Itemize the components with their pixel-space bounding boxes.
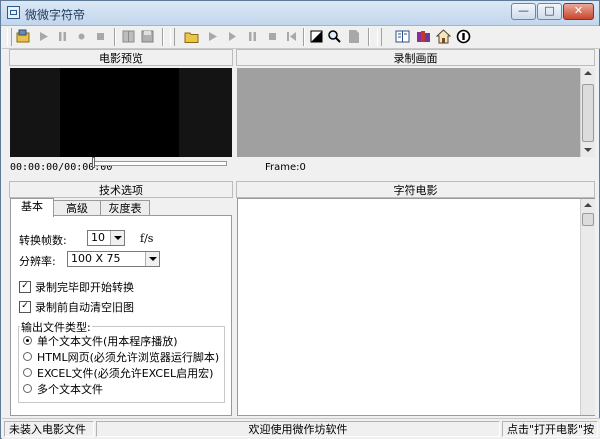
output-multi-text-radio[interactable] xyxy=(23,384,32,393)
seek-slider-thumb[interactable] xyxy=(92,157,95,168)
record-icon[interactable] xyxy=(74,29,89,44)
output-multi-text-label: 多个文本文件 xyxy=(37,383,103,396)
play-icon[interactable] xyxy=(205,29,220,44)
close-button[interactable]: ✕ xyxy=(563,3,594,20)
save-icon[interactable] xyxy=(140,29,155,44)
scroll-down-icon[interactable] xyxy=(584,148,592,152)
grid-view-icon[interactable] xyxy=(121,29,136,44)
toolbar-separator xyxy=(114,28,116,46)
home-icon[interactable] xyxy=(436,29,451,44)
char-movie-textarea[interactable] xyxy=(237,198,595,416)
fps-value: 10 xyxy=(91,231,105,244)
tab-advanced[interactable]: 高级 xyxy=(53,200,101,216)
record-scrollbar[interactable] xyxy=(580,68,595,157)
tab-basic[interactable]: 基本 xyxy=(10,198,54,217)
record-canvas xyxy=(237,68,580,157)
play-icon[interactable] xyxy=(36,29,51,44)
scroll-thumb[interactable] xyxy=(582,84,594,142)
status-right: 点击"打开电影"按 xyxy=(502,421,598,437)
seek-slider[interactable] xyxy=(94,161,227,166)
auto-convert-label: 录制完毕即开始转换 xyxy=(35,281,134,294)
auto-clear-label: 录制前自动清空旧图 xyxy=(35,301,134,314)
title-bar: 微微字符帝 — □ ✕ xyxy=(1,1,599,26)
toolbar-separator xyxy=(368,28,370,46)
toolbar-separator xyxy=(162,28,164,46)
status-bar: 未装入电影文件 欢迎使用微作坊软件 点击"打开电影"按 xyxy=(2,418,600,439)
scroll-up-icon[interactable] xyxy=(584,71,592,75)
resolution-label: 分辨率: xyxy=(19,255,56,268)
app-icon xyxy=(7,6,20,19)
scroll-up-icon[interactable] xyxy=(584,203,592,207)
char-movie-scrollbar[interactable] xyxy=(580,199,595,415)
fps-select[interactable]: 10 xyxy=(87,230,125,246)
fps-label: 转换帧数: xyxy=(19,234,67,247)
prev-frame-icon[interactable] xyxy=(284,29,299,44)
output-html-radio[interactable] xyxy=(23,352,32,361)
app-window: 微微字符帝 — □ ✕ 电影预览 录制画面 00:00:00/00:00:00 … xyxy=(0,0,600,439)
output-excel-label: EXCEL文件(必须允许EXCEL启用宏) xyxy=(37,367,214,380)
toolbar-grip[interactable] xyxy=(170,28,175,46)
pause-icon[interactable] xyxy=(245,29,260,44)
minimize-button[interactable]: — xyxy=(511,3,536,20)
window-title: 微微字符帝 xyxy=(25,8,86,22)
step-icon[interactable] xyxy=(225,29,240,44)
auto-convert-checkbox[interactable]: ✓ xyxy=(19,281,31,293)
chevron-down-icon[interactable] xyxy=(145,252,159,266)
frame-readout: Frame:0 xyxy=(265,162,306,173)
contrast-icon[interactable] xyxy=(309,29,324,44)
resolution-value: 100 X 75 xyxy=(71,252,121,265)
record-panel-title: 录制画面 xyxy=(236,49,595,66)
fps-unit: f/s xyxy=(140,232,154,245)
stop-icon[interactable] xyxy=(265,29,280,44)
help-book-icon[interactable] xyxy=(395,29,410,44)
books-icon[interactable] xyxy=(416,29,431,44)
stop-icon[interactable] xyxy=(93,29,108,44)
chevron-down-icon[interactable] xyxy=(110,231,124,245)
toolbar-grip[interactable] xyxy=(377,28,382,46)
output-single-text-radio[interactable] xyxy=(23,336,32,345)
status-center: 欢迎使用微作坊软件 xyxy=(96,421,500,437)
options-panel-title: 技术选项 xyxy=(9,181,233,198)
maximize-button[interactable]: □ xyxy=(537,3,562,20)
open-folder-icon[interactable] xyxy=(184,29,199,44)
auto-clear-checkbox[interactable]: ✓ xyxy=(19,301,31,313)
preview-panel-title: 电影预览 xyxy=(9,49,233,66)
output-single-text-label: 单个文本文件(用本程序播放) xyxy=(37,335,178,348)
toolbar xyxy=(2,26,600,49)
char-movie-panel-title: 字符电影 xyxy=(236,181,595,198)
zoom-icon[interactable] xyxy=(327,29,342,44)
page-icon[interactable] xyxy=(346,29,361,44)
resolution-select[interactable]: 100 X 75 xyxy=(67,251,160,267)
tab-grayscale[interactable]: 灰度表 xyxy=(100,200,150,216)
output-html-label: HTML网页(必须允许浏览器运行脚本) xyxy=(37,351,220,364)
output-excel-radio[interactable] xyxy=(23,368,32,377)
open-video-icon[interactable] xyxy=(16,29,31,44)
web-icon[interactable] xyxy=(456,29,471,44)
pause-icon[interactable] xyxy=(55,29,70,44)
movie-frame xyxy=(60,68,179,157)
toolbar-separator xyxy=(303,28,305,46)
status-left: 未装入电影文件 xyxy=(4,421,94,437)
toolbar-grip[interactable] xyxy=(7,28,12,46)
scroll-thumb[interactable] xyxy=(582,213,594,226)
